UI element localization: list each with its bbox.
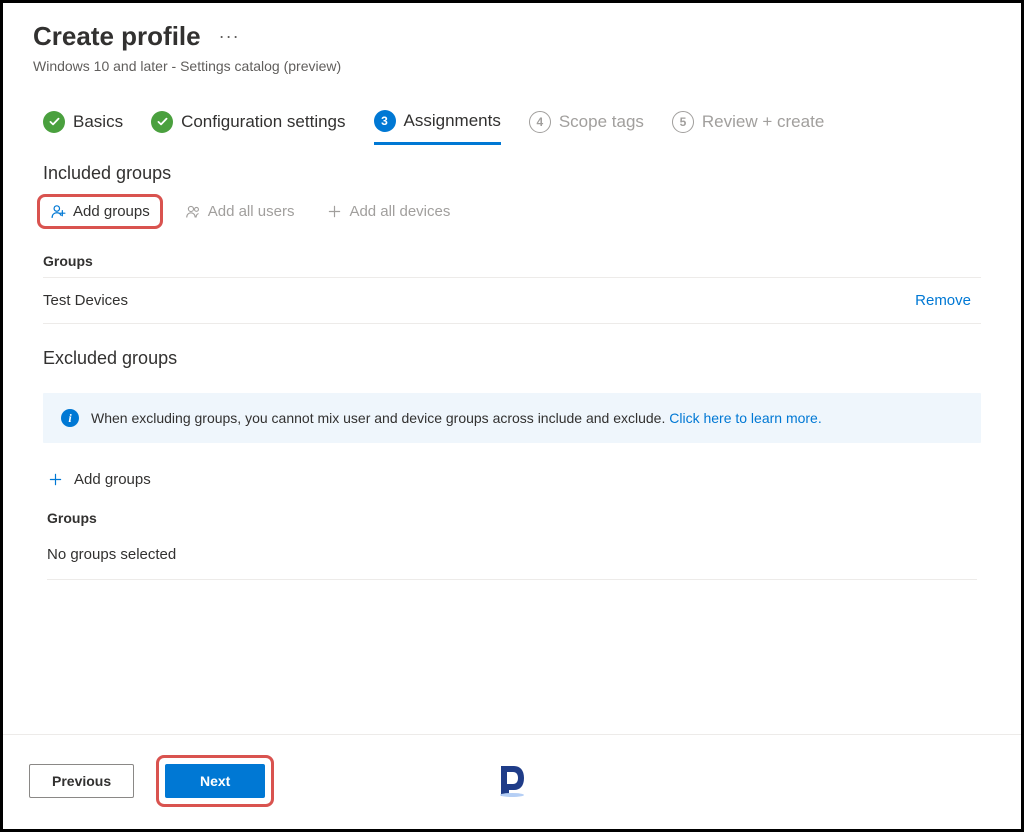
step-number-icon: 4: [529, 111, 551, 133]
plus-icon: [326, 203, 343, 220]
brand-logo-icon: [497, 764, 527, 798]
excluded-groups-column-header: Groups: [3, 488, 1021, 536]
people-icon: [185, 203, 202, 220]
footer-bar: Previous Next: [3, 734, 1021, 829]
remove-link[interactable]: Remove: [915, 292, 981, 309]
person-add-icon: [50, 203, 67, 220]
step-assignments[interactable]: 3 Assignments: [374, 110, 501, 145]
step-basics[interactable]: Basics: [43, 111, 123, 145]
step-label: Scope tags: [559, 112, 644, 132]
step-review-create[interactable]: 5 Review + create: [672, 111, 824, 145]
step-number-icon: 5: [672, 111, 694, 133]
group-row: Test Devices Remove: [43, 278, 981, 324]
step-label: Assignments: [404, 111, 501, 131]
add-all-users-label: Add all users: [208, 203, 295, 220]
page-subtitle: Windows 10 and later - Settings catalog …: [33, 52, 991, 74]
included-actions-row: Add groups Add all users Add all devices: [3, 184, 1021, 239]
check-icon: [43, 111, 65, 133]
more-actions-icon[interactable]: ···: [219, 26, 240, 47]
included-groups-section: Groups Test Devices Remove: [3, 239, 1021, 324]
add-all-devices-button[interactable]: Add all devices: [316, 197, 460, 226]
info-banner: i When excluding groups, you cannot mix …: [43, 393, 981, 443]
group-name: Test Devices: [43, 292, 128, 309]
wizard-steps: Basics Configuration settings 3 Assignme…: [3, 74, 1021, 145]
included-groups-heading: Included groups: [3, 145, 1021, 184]
previous-button[interactable]: Previous: [29, 764, 134, 798]
next-button[interactable]: Next: [165, 764, 265, 798]
add-all-devices-label: Add all devices: [349, 203, 450, 220]
info-message: When excluding groups, you cannot mix us…: [91, 410, 669, 426]
excluded-groups-heading: Excluded groups: [3, 324, 1021, 369]
learn-more-link[interactable]: Click here to learn more.: [669, 410, 822, 426]
page-header: Create profile ··· Windows 10 and later …: [3, 3, 1021, 74]
excluded-add-groups-label: Add groups: [74, 471, 151, 488]
no-groups-text: No groups selected: [47, 536, 977, 579]
step-number-icon: 3: [374, 110, 396, 132]
step-label: Basics: [73, 112, 123, 132]
excluded-add-groups-button[interactable]: Add groups: [3, 443, 1021, 488]
step-configuration-settings[interactable]: Configuration settings: [151, 111, 345, 145]
add-groups-button[interactable]: Add groups: [37, 194, 163, 229]
page-title: Create profile: [33, 21, 201, 52]
excluded-groups-empty: No groups selected: [47, 536, 977, 580]
step-label: Configuration settings: [181, 112, 345, 132]
step-label: Review + create: [702, 112, 824, 132]
add-groups-label: Add groups: [73, 203, 150, 220]
step-scope-tags[interactable]: 4 Scope tags: [529, 111, 644, 145]
next-button-highlight: Next: [156, 755, 274, 807]
groups-column-header: Groups: [43, 239, 981, 278]
check-icon: [151, 111, 173, 133]
info-text: When excluding groups, you cannot mix us…: [91, 410, 822, 426]
info-icon: i: [61, 409, 79, 427]
plus-icon: [47, 471, 64, 488]
add-all-users-button[interactable]: Add all users: [175, 197, 305, 226]
